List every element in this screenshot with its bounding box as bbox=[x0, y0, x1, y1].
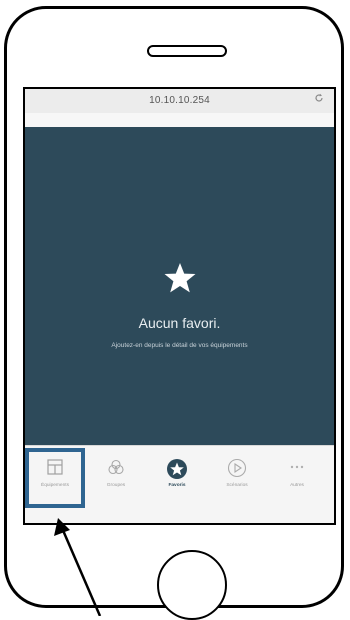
favorites-empty-state: Aucun favori. Ajoutez-en depuis le détai… bbox=[25, 127, 334, 445]
home-button[interactable] bbox=[157, 550, 227, 620]
star-icon bbox=[151, 458, 203, 480]
tab-label: Autres bbox=[290, 483, 304, 488]
url-text: 10.10.10.254 bbox=[149, 95, 210, 106]
devices-icon bbox=[29, 458, 81, 480]
reload-icon[interactable] bbox=[314, 93, 324, 106]
empty-state-title: Aucun favori. bbox=[138, 315, 221, 331]
tab-scenarios[interactable]: Scénarios bbox=[211, 458, 263, 488]
tab-label: Équipements bbox=[41, 483, 69, 488]
tab-favoris[interactable]: Favoris bbox=[151, 458, 203, 488]
phone-screen: 10.10.10.254 Aucun favori. Ajoutez-en de… bbox=[23, 87, 336, 525]
browser-toolbar-strip bbox=[25, 113, 334, 127]
tab-label: Favoris bbox=[168, 483, 186, 488]
star-icon bbox=[25, 261, 334, 301]
tab-groupes[interactable]: Groupes bbox=[90, 458, 142, 488]
groups-icon bbox=[90, 458, 142, 480]
speaker-slot bbox=[147, 45, 227, 57]
more-icon bbox=[271, 458, 323, 480]
tab-label: Scénarios bbox=[226, 483, 248, 488]
browser-url-bar[interactable]: 10.10.10.254 bbox=[25, 89, 334, 114]
bottom-tab-bar: Équipements Groupes Favoris Scénarios Au… bbox=[25, 445, 334, 523]
tab-label: Groupes bbox=[106, 483, 126, 488]
tab-autres[interactable]: Autres bbox=[271, 458, 323, 488]
empty-state-subtitle: Ajoutez-en depuis le détail de vos équip… bbox=[111, 342, 248, 349]
tab-equipements[interactable]: Équipements bbox=[29, 458, 81, 488]
play-icon bbox=[211, 458, 263, 480]
